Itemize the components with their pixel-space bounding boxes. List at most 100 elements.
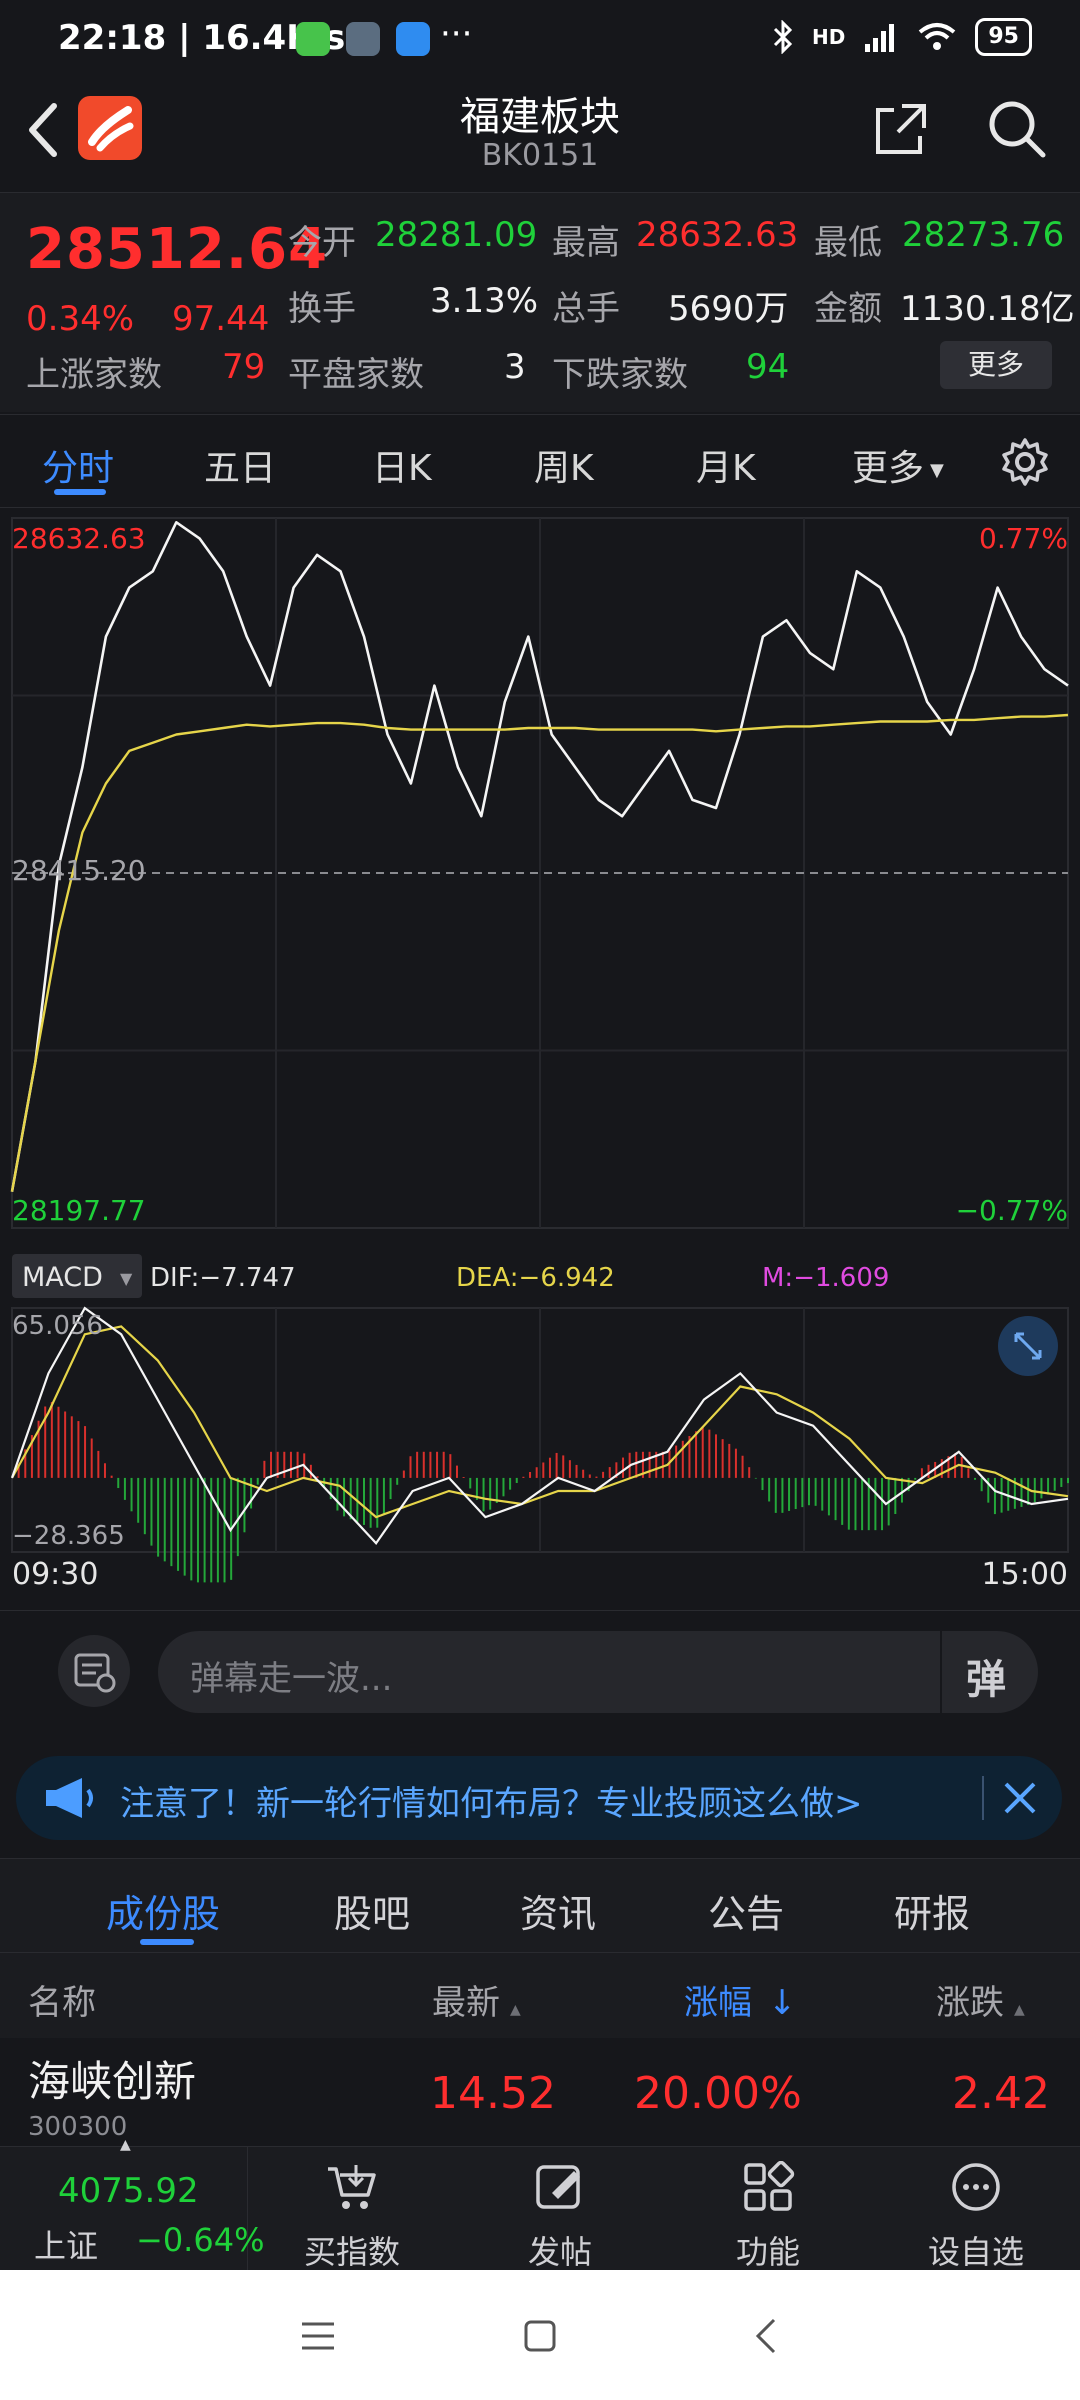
turnover-label: 换手 — [288, 289, 356, 329]
notice-divider — [982, 1776, 984, 1820]
home-icon[interactable] — [520, 2316, 560, 2356]
wifi-icon — [919, 23, 956, 50]
x-axis-start-label: 09:30 — [12, 1557, 98, 1592]
open-value: 28281.09 — [375, 215, 538, 255]
tab-more[interactable]: 更多 ▼ — [852, 439, 944, 491]
index-value: 4075.92 — [58, 2171, 199, 2211]
nav-add-watchlist[interactable]: 设自选 — [896, 2161, 1056, 2273]
dif-value: DIF:−7.747 — [150, 1263, 296, 1293]
nav-functions[interactable]: 功能 — [688, 2160, 848, 2273]
header-pct[interactable]: 涨幅 ↓ — [684, 1975, 797, 2024]
active-tab-indicator — [54, 489, 106, 495]
change-percent: 0.34% — [26, 299, 135, 339]
flat-count-label: 平盘家数 — [288, 355, 424, 395]
chart-grid — [11, 517, 1069, 1229]
search-icon[interactable] — [986, 98, 1048, 160]
grid-icon — [744, 2160, 795, 2211]
tab-forum[interactable]: 股吧 — [334, 1883, 410, 1938]
network-type: HD — [812, 25, 846, 49]
component-tabs: 成份股 股吧 资讯 公告 研报 — [0, 1858, 1080, 1952]
down-count-label: 下跌家数 — [552, 355, 688, 395]
macd-selector-label: MACD — [22, 1262, 103, 1293]
index-ticker[interactable]: ▲ 4075.92 上证 −0.64% — [0, 2137, 264, 2271]
message-notification-icon — [396, 22, 430, 56]
turnover-value: 3.13% — [430, 281, 539, 321]
back-icon[interactable] — [748, 2316, 788, 2356]
y-axis-bottom-label: 28197.77 — [12, 1194, 146, 1227]
macd-top-label: 65.056 — [12, 1311, 103, 1341]
index-change: −0.64% — [136, 2221, 265, 2259]
header-change[interactable]: 涨跌 ▲ — [936, 1975, 1025, 2024]
signal-icon — [865, 24, 895, 52]
tab-daily-k[interactable]: 日K — [372, 439, 432, 491]
close-icon[interactable] — [1000, 1778, 1040, 1818]
m-value: M:−1.609 — [762, 1263, 889, 1293]
tab-weekly-k[interactable]: 周K — [534, 439, 594, 491]
high-label: 最高 — [552, 223, 620, 263]
macd-bottom-label: −28.365 — [12, 1521, 125, 1551]
tab-more-label: 更多 — [852, 448, 925, 489]
danmu-send-button[interactable]: 弹 — [966, 1647, 1006, 1705]
flat-count-value: 3 — [504, 347, 526, 387]
tab-five-day[interactable]: 五日 — [204, 439, 276, 491]
y-axis-top-label: 28632.63 — [12, 522, 146, 555]
more-circle-icon — [952, 2163, 1000, 2211]
table-row[interactable]: 海峡创新 300300 14.52 20.00% 2.42 — [0, 2038, 1080, 2146]
header-pct-label: 涨幅 — [684, 1983, 752, 2023]
macd-chevron-icon: ▼ — [120, 1269, 133, 1288]
chevron-down-icon: ▼ — [930, 459, 944, 481]
tab-monthly-k[interactable]: 月K — [696, 439, 756, 491]
nav-buy-index[interactable]: 买指数 — [272, 2161, 432, 2273]
nav-add-watchlist-label: 设自选 — [927, 2233, 1024, 2271]
y-axis-mid-label: 28415.20 — [12, 854, 146, 887]
up-count-label: 上涨家数 — [26, 355, 162, 395]
open-label: 今开 — [288, 223, 356, 263]
sort-icon: ▲ — [1014, 2002, 1025, 2018]
intraday-chart[interactable]: 28632.63 28415.20 28197.77 0.77% −0.77% … — [0, 508, 1080, 1608]
dea-value: DEA:−6.942 — [456, 1263, 615, 1293]
system-nav-bar — [0, 2270, 1080, 2400]
sort-down-icon: ↓ — [768, 1983, 797, 2023]
danmu-input[interactable]: 弹幕走一波... 弹 — [158, 1631, 1038, 1713]
pct-bottom-label: −0.77% — [956, 1194, 1068, 1227]
chart-canvas: 28632.63 28415.20 28197.77 0.77% −0.77% … — [10, 517, 1069, 1592]
cart-icon — [328, 2165, 376, 2209]
app-header: 福建板块 BK0151 — [0, 80, 1080, 190]
low-label: 最低 — [814, 223, 882, 263]
header-name[interactable]: 名称 — [28, 1975, 96, 2024]
header-latest[interactable]: 最新 ▲ — [432, 1975, 521, 2024]
danmu-toggle-button[interactable] — [58, 1635, 130, 1707]
stock-latest: 14.52 — [430, 2068, 556, 2119]
notice-banner[interactable]: 注意了！新一轮行情如何布局？专业投顾这么做> — [16, 1756, 1062, 1840]
tab-news[interactable]: 资讯 — [520, 1883, 596, 1938]
tab-constituents[interactable]: 成份股 — [106, 1883, 220, 1938]
amount-value: 1130.18亿 — [900, 289, 1075, 329]
tab-intraday[interactable]: 分时 — [42, 439, 114, 491]
quote-panel: 28512.64 0.34% 97.44 今开 28281.09 最高 2863… — [0, 192, 1080, 412]
header-change-label: 涨跌 — [936, 1983, 1004, 2023]
stock-code: 300300 — [28, 2112, 128, 2142]
status-right: HD 95 — [772, 18, 1032, 56]
header-latest-label: 最新 — [432, 1983, 500, 2023]
status-bar: 22:18 | 16.4K/s ··· HD 95 — [0, 0, 1080, 80]
x-axis-end-label: 15:00 — [982, 1557, 1068, 1592]
nav-post[interactable]: 发帖 — [480, 2161, 640, 2273]
danmu-placeholder: 弹幕走一波... — [190, 1659, 393, 1699]
active-subtab-indicator — [140, 1939, 194, 1945]
nav-functions-label: 功能 — [735, 2233, 800, 2271]
up-count-value: 79 — [222, 347, 266, 387]
bottom-nav: ▲ 4075.92 上证 −0.64% 买指数 发帖 功能 设自选 — [0, 2137, 1080, 2273]
more-notifications: ··· — [440, 14, 473, 54]
pct-top-label: 0.77% — [979, 522, 1068, 555]
gear-icon[interactable] — [1000, 437, 1050, 487]
more-quote-button[interactable]: 更多 — [940, 341, 1052, 389]
share-icon[interactable] — [872, 100, 930, 158]
tab-reports[interactable]: 研报 — [894, 1883, 970, 1938]
current-price: 28512.64 — [26, 217, 329, 282]
tab-announcements[interactable]: 公告 — [708, 1883, 784, 1938]
sort-icon: ▲ — [510, 2002, 521, 2018]
bluetooth-icon — [773, 20, 793, 54]
notice-text: 注意了！新一轮行情如何布局？专业投顾这么做> — [120, 1784, 863, 1824]
menu-icon[interactable] — [298, 2318, 338, 2354]
stock-change: 2.42 — [952, 2068, 1050, 2119]
